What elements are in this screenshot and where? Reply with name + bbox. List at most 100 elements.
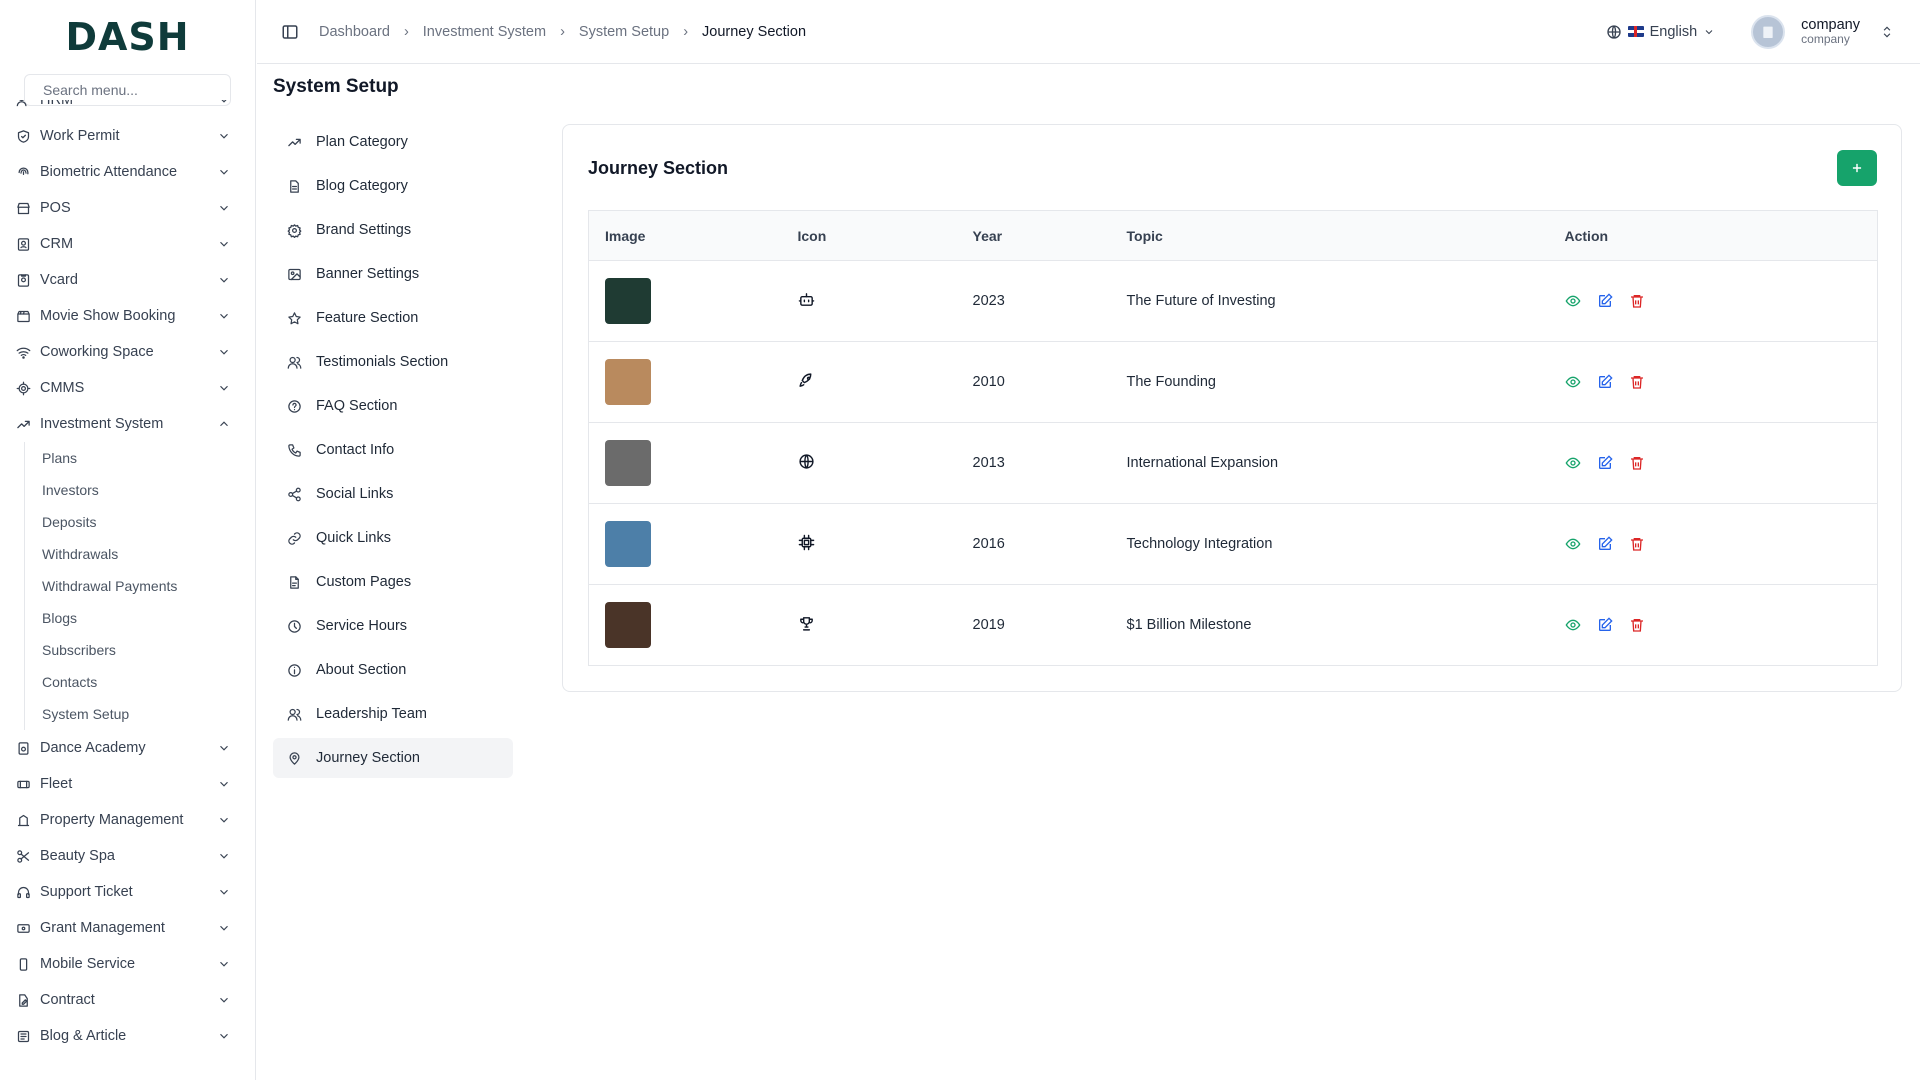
chevrons-up-down-icon[interactable] [1880, 25, 1894, 39]
setup-nav-faq-section[interactable]: FAQ Section [273, 386, 513, 426]
cell-action [1549, 342, 1878, 423]
breadcrumb-dashboard[interactable]: Dashboard [319, 24, 390, 40]
edit-icon [1598, 617, 1613, 631]
delete-button[interactable] [1629, 617, 1645, 633]
edit-button[interactable] [1597, 617, 1613, 633]
sidebar-item-work-permit[interactable]: Work Permit [0, 118, 255, 154]
delete-button[interactable] [1629, 455, 1645, 471]
table-row: 2019 $1 Billion Milestone [588, 585, 1878, 666]
trash-icon [1630, 619, 1643, 632]
user-info[interactable]: company company [1801, 17, 1860, 46]
chevron-down-icon [220, 205, 228, 211]
breadcrumb-system-setup[interactable]: System Setup [579, 24, 669, 40]
avatar[interactable] [1751, 14, 1786, 49]
setup-nav-brand-settings[interactable]: Brand Settings [273, 210, 513, 250]
sidebar-item-contract[interactable]: Contract [0, 982, 255, 1018]
setup-nav-label: Banner Settings [316, 266, 420, 282]
scissors-icon [17, 849, 30, 863]
setup-nav-service-hours[interactable]: Service Hours [273, 606, 513, 646]
submenu-item-contacts[interactable]: Contacts [42, 666, 255, 698]
topbar-right: English company company [1606, 14, 1894, 49]
globe-icon [1606, 24, 1621, 39]
eye-icon [1565, 295, 1580, 307]
edit-button[interactable] [1597, 374, 1613, 390]
sidebar-item-dance-academy[interactable]: Dance Academy [0, 730, 255, 766]
view-button[interactable] [1565, 455, 1581, 471]
sidebar-item-hrm[interactable]: HRM [0, 100, 255, 118]
cell-image [589, 585, 782, 666]
delete-button[interactable] [1629, 374, 1645, 390]
setup-nav-quick-links[interactable]: Quick Links [273, 518, 513, 558]
view-button[interactable] [1565, 374, 1581, 390]
delete-button[interactable] [1629, 293, 1645, 309]
col-action: Action [1548, 210, 1878, 261]
setup-nav-banner-settings[interactable]: Banner Settings [273, 254, 513, 294]
sidebar-item-cmms[interactable]: CMMS [0, 370, 255, 406]
page-title: System Setup [273, 76, 399, 97]
table-body: 2023 The Future of Investing 2010 The Found… [588, 261, 1878, 666]
sidebar-submenu: Plans Investors Deposits Withdrawals Withdra… [24, 442, 255, 730]
sidebar-item-property-management[interactable]: Property Management [0, 802, 255, 838]
add-button[interactable] [1837, 150, 1877, 186]
file-icon [290, 575, 299, 589]
cell-year: 2013 [972, 455, 1005, 471]
breadcrumb-investment-system[interactable]: Investment System [423, 24, 546, 40]
setup-nav-plan-category[interactable]: Plan Category [273, 122, 513, 162]
setup-nav-label: FAQ Section [316, 398, 398, 414]
submenu-item-investors[interactable]: Investors [42, 474, 255, 506]
setup-nav-blog-category[interactable]: Blog Category [273, 166, 513, 206]
setup-nav-leadership-team[interactable]: Leadership Team [273, 694, 513, 734]
sidebar-toggle-icon[interactable] [281, 23, 299, 41]
setup-nav-custom-pages[interactable]: Custom Pages [273, 562, 513, 602]
edit-icon [1598, 455, 1613, 469]
view-button[interactable] [1565, 293, 1581, 309]
language-selector[interactable]: English [1606, 24, 1716, 40]
building-icon [1763, 26, 1773, 38]
submenu-item-blogs[interactable]: Blogs [42, 602, 255, 634]
sidebar: DASH HRM Work Permit Biometric Attendance… [0, 0, 256, 1080]
setup-nav-journey-section[interactable]: Journey Section [273, 738, 513, 778]
setup-nav-label: Blog Category [316, 178, 408, 194]
sidebar-item-investment-system[interactable]: Investment System [0, 406, 255, 442]
submenu-item-plans[interactable]: Plans [42, 442, 255, 474]
edit-button[interactable] [1597, 293, 1613, 309]
setup-nav-social-links[interactable]: Social Links [273, 474, 513, 514]
setup-nav-about-section[interactable]: About Section [273, 650, 513, 690]
submenu-item-subscribers[interactable]: Subscribers [42, 634, 255, 666]
view-button[interactable] [1565, 617, 1581, 633]
setup-nav-testimonials-section[interactable]: Testimonials Section [273, 342, 513, 382]
submenu-item-system-setup[interactable]: System Setup [42, 698, 255, 730]
contact-icon [17, 237, 30, 251]
submenu-item-deposits[interactable]: Deposits [42, 506, 255, 538]
sidebar-item-crm[interactable]: CRM [0, 226, 255, 262]
search-input[interactable] [43, 82, 223, 98]
submenu-item-withdrawal-payments[interactable]: Withdrawal Payments [42, 570, 255, 602]
sidebar-item-grant-management[interactable]: Grant Management [0, 910, 255, 946]
chevron-down-icon [220, 745, 228, 751]
sidebar-item-label: HRM [40, 100, 74, 108]
sidebar-item-movie-show-booking[interactable]: Movie Show Booking [0, 298, 255, 334]
chevron-up-icon [220, 421, 228, 427]
sidebar-item-coworking-space[interactable]: Coworking Space [0, 334, 255, 370]
sidebar-item-blog-article[interactable]: Blog & Article [0, 1018, 255, 1054]
sidebar-item-fleet[interactable]: Fleet [0, 766, 255, 802]
sidebar-item-biometric-attendance[interactable]: Biometric Attendance [0, 154, 255, 190]
sidebar-item-cut: HRM [0, 100, 255, 118]
cell-year: 2023 [972, 293, 1005, 309]
sidebar-item-mobile-service[interactable]: Mobile Service [0, 946, 255, 982]
setup-nav-contact-info[interactable]: Contact Info [273, 430, 513, 470]
sidebar-item-support-ticket[interactable]: Support Ticket [0, 874, 255, 910]
sidebar-item-vcard[interactable]: Vcard [0, 262, 255, 298]
sidebar-item-pos[interactable]: POS [0, 190, 255, 226]
journey-card: Journey Section Image Icon Year Topic Ac… [562, 124, 1902, 692]
chevron-down-icon [220, 133, 228, 139]
cell-year: 2010 [972, 374, 1005, 390]
setup-nav-feature-section[interactable]: Feature Section [273, 298, 513, 338]
sidebar-item-beauty-spa[interactable]: Beauty Spa [0, 838, 255, 874]
logo[interactable]: DASH [0, 0, 255, 74]
view-button[interactable] [1565, 536, 1581, 552]
edit-button[interactable] [1597, 455, 1613, 471]
delete-button[interactable] [1629, 536, 1645, 552]
edit-button[interactable] [1597, 536, 1613, 552]
submenu-item-withdrawals[interactable]: Withdrawals [42, 538, 255, 570]
